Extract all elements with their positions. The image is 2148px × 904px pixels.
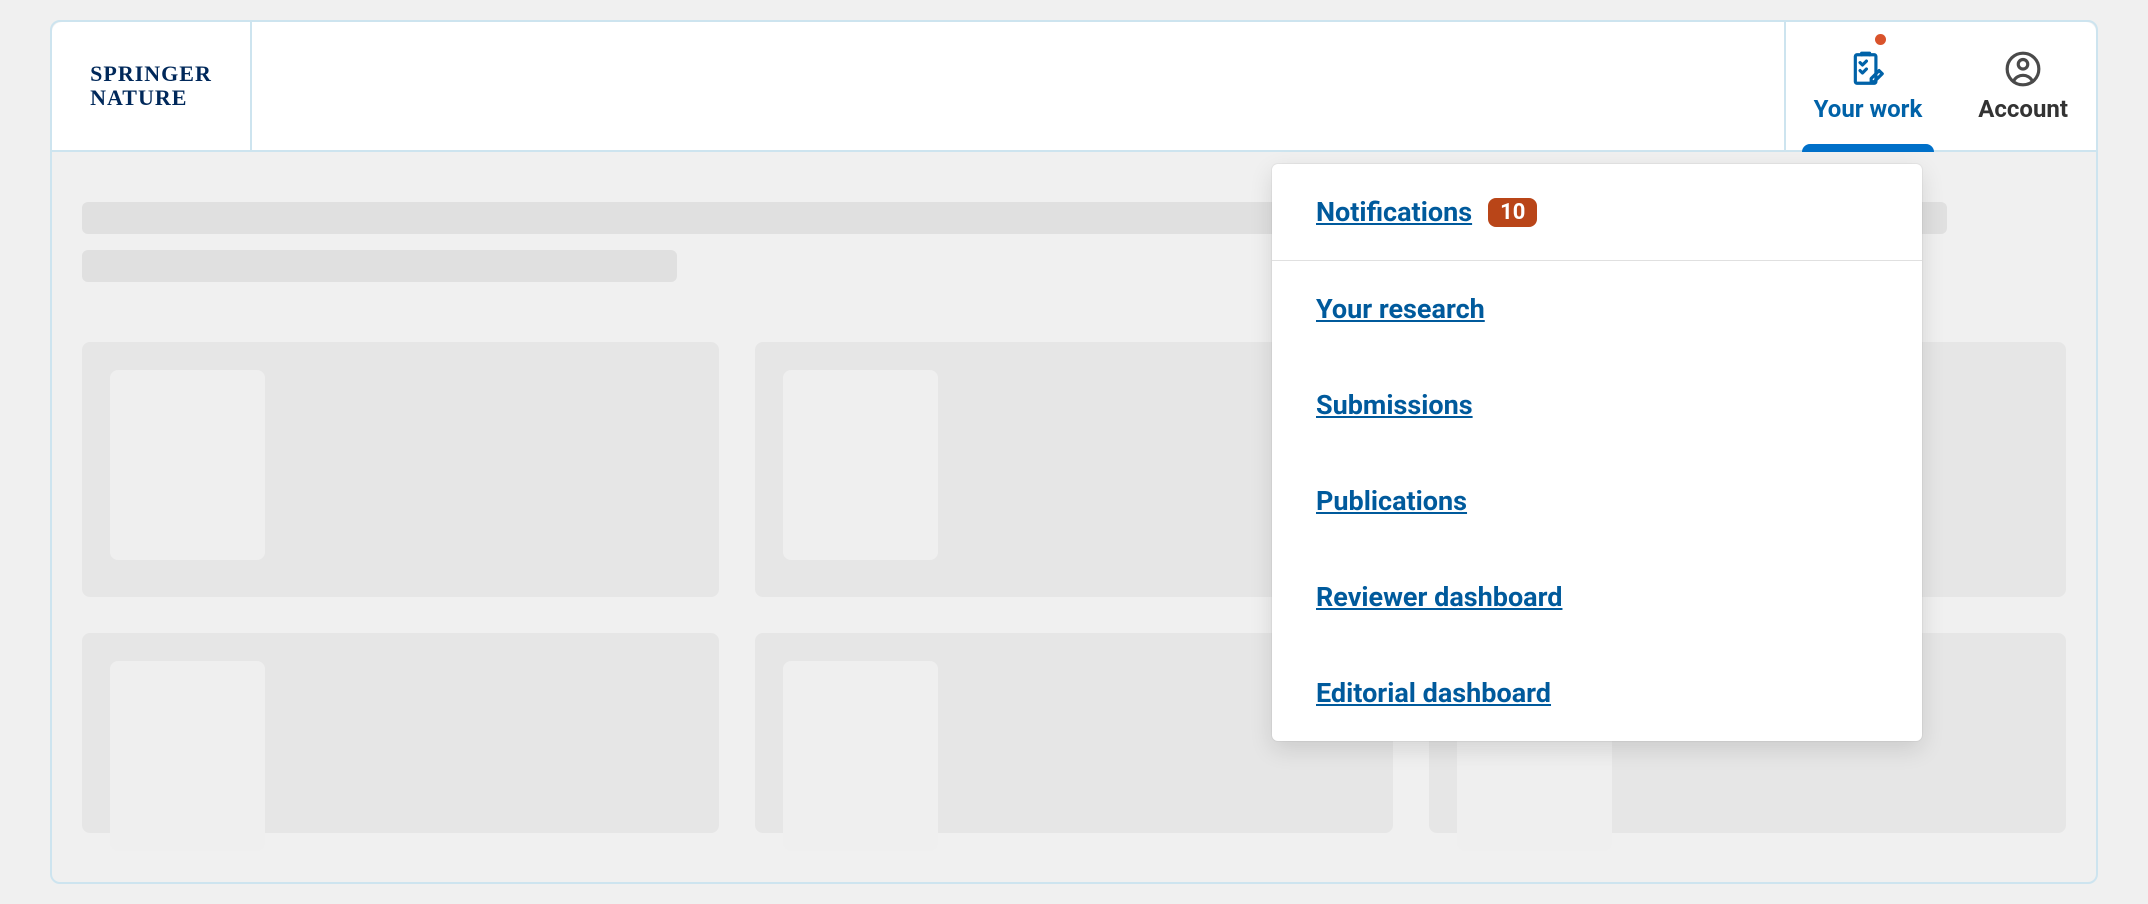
dropdown-item-publications[interactable]: Publications	[1272, 453, 1922, 549]
header-spacer	[252, 22, 1784, 150]
nav-your-work[interactable]: Your work	[1784, 22, 1951, 150]
clipboard-edit-icon	[1848, 49, 1888, 89]
user-circle-icon	[2003, 49, 2043, 89]
brand-line1: SPRINGER	[90, 61, 212, 86]
notifications-count-badge: 10	[1488, 198, 1537, 227]
dropdown-item-reviewer-dashboard[interactable]: Reviewer dashboard	[1272, 549, 1922, 645]
header: SPRINGER NATURE	[52, 22, 2096, 152]
skeleton-thumbnail	[783, 661, 938, 851]
header-actions: Your work Account	[1784, 22, 2096, 150]
dropdown-item-notifications[interactable]: Notifications 10	[1272, 164, 1922, 261]
dropdown-item-label: Editorial dashboard	[1316, 677, 1551, 709]
dropdown-item-label: Reviewer dashboard	[1316, 581, 1562, 613]
dropdown-item-label: Publications	[1316, 485, 1467, 517]
your-work-dropdown: Notifications 10 Your research Submissio…	[1272, 164, 1922, 741]
nav-your-work-label: Your work	[1814, 95, 1923, 123]
brand-line2: NATURE	[90, 85, 187, 110]
nav-account[interactable]: Account	[1950, 22, 2096, 150]
notification-dot-icon	[1875, 34, 1886, 45]
active-tab-indicator	[1802, 144, 1935, 152]
dropdown-item-label: Submissions	[1316, 389, 1473, 421]
dropdown-item-your-research[interactable]: Your research	[1272, 261, 1922, 357]
skeleton-card	[82, 633, 719, 833]
skeleton-thumbnail	[110, 370, 265, 560]
dropdown-item-editorial-dashboard[interactable]: Editorial dashboard	[1272, 645, 1922, 741]
skeleton-thumbnail	[110, 661, 265, 851]
app-container: SPRINGER NATURE	[50, 20, 2098, 884]
skeleton-subtitle	[82, 250, 677, 282]
dropdown-item-label: Your research	[1316, 293, 1485, 325]
dropdown-notifications-label: Notifications	[1316, 196, 1472, 228]
nav-account-label: Account	[1978, 95, 2068, 123]
brand-logo-text: SPRINGER NATURE	[70, 62, 232, 110]
skeleton-card	[82, 342, 719, 597]
dropdown-item-submissions[interactable]: Submissions	[1272, 357, 1922, 453]
brand-logo[interactable]: SPRINGER NATURE	[52, 22, 252, 150]
skeleton-thumbnail	[783, 370, 938, 560]
